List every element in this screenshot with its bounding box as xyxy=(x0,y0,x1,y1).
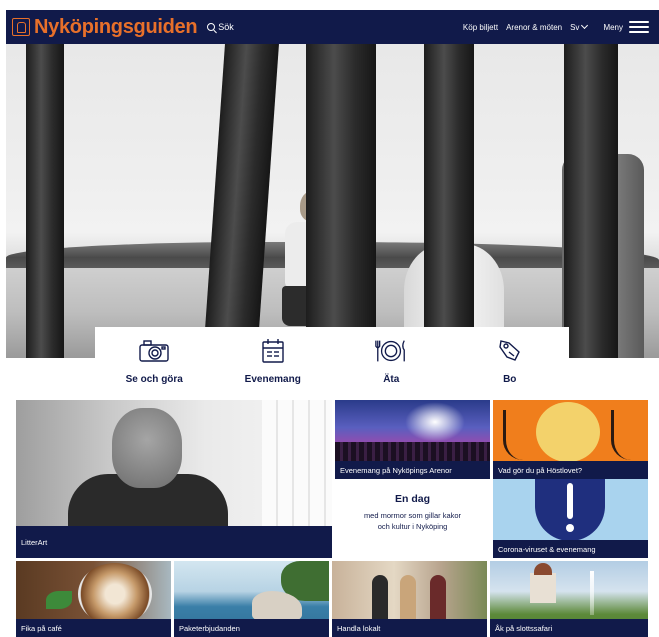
tile-image-crowd xyxy=(335,442,490,462)
tile-litterart[interactable]: LitterArt xyxy=(16,400,332,558)
tile-image-latte xyxy=(78,563,152,625)
header-nav: Köp biljett Arenor & möten Sv Meny xyxy=(455,21,659,33)
logo-text: Nyköpingsguiden xyxy=(34,15,198,38)
tile-image-window xyxy=(262,400,332,530)
tile-hostlov[interactable]: Vad gör du på Höstlovet? xyxy=(493,400,648,479)
tile-caption: Evenemang på Nyköpings Arenor xyxy=(335,461,490,479)
crest-icon xyxy=(12,18,30,36)
tile-title: En dag xyxy=(394,493,430,505)
tile-image-tree xyxy=(611,410,648,460)
exclamation-icon xyxy=(535,479,605,541)
tile-caption: Paketerbjudanden xyxy=(174,619,329,637)
key-icon xyxy=(493,337,527,365)
tile-corona[interactable]: Corona-viruset & evenemang xyxy=(493,479,648,558)
buy-ticket-link[interactable]: Köp biljett xyxy=(463,23,498,32)
tile-image-person xyxy=(372,575,388,619)
tile-handla[interactable]: Handla lokalt xyxy=(332,561,487,637)
category-bar: Se och göra Evenemang Äta Bo xyxy=(95,327,569,391)
tree-trunk xyxy=(424,44,474,358)
chevron-down-icon xyxy=(581,21,589,29)
tile-caption: LitterArt xyxy=(16,526,332,558)
category-label: Evenemang xyxy=(244,374,301,385)
tile-image-castle xyxy=(530,563,556,603)
site-logo[interactable]: Nyköpingsguiden xyxy=(12,15,198,39)
tile-text: med mormor som gillar kakor och kultur i… xyxy=(363,511,462,531)
category-se-och-gora[interactable]: Se och göra xyxy=(95,327,214,391)
calendar-icon xyxy=(256,337,290,365)
category-ata[interactable]: Äta xyxy=(332,327,451,391)
category-evenemang[interactable]: Evenemang xyxy=(214,327,333,391)
tile-image-person-head xyxy=(112,408,182,488)
tile-image-person xyxy=(430,575,446,619)
tile-caption: Corona-viruset & evenemang xyxy=(493,540,648,558)
tile-caption: Handla lokalt xyxy=(332,619,487,637)
category-label: Bo xyxy=(503,374,517,385)
search-button[interactable]: Sök xyxy=(207,22,234,32)
search-icon xyxy=(207,23,216,31)
language-label: Sv xyxy=(570,22,580,32)
page: Nyköpingsguiden Sök Köp biljett Arenor &… xyxy=(6,0,659,637)
tile-image-fountain xyxy=(590,571,594,615)
category-bo[interactable]: Bo xyxy=(451,327,570,391)
site-header: Nyköpingsguiden Sök Köp biljett Arenor &… xyxy=(6,10,659,44)
language-selector[interactable]: Sv xyxy=(570,21,589,32)
plate-cutlery-icon xyxy=(374,337,408,365)
tile-image-tree xyxy=(503,410,543,460)
tile-caption: Åk på slottssafari xyxy=(490,619,648,637)
venues-link[interactable]: Arenor & möten xyxy=(506,23,562,32)
tile-caption: Fika på café xyxy=(16,619,171,637)
tile-en-dag[interactable]: En dag med mormor som gillar kakor och k… xyxy=(335,479,490,558)
tile-image-stage-light xyxy=(405,402,465,442)
tree-trunk xyxy=(306,44,376,358)
hero-image xyxy=(6,44,659,358)
tile-image-leaf xyxy=(46,591,72,609)
hamburger-menu-icon[interactable] xyxy=(629,21,649,33)
camera-icon xyxy=(137,337,171,365)
tile-slott[interactable]: Åk på slottssafari xyxy=(490,561,648,637)
search-label: Sök xyxy=(218,22,234,32)
tree-trunk xyxy=(564,44,618,358)
category-label: Äta xyxy=(383,374,400,385)
tree-trunk xyxy=(26,44,64,358)
tile-fika[interactable]: Fika på café xyxy=(16,561,171,637)
tile-image-moon xyxy=(536,402,600,462)
tile-arenor[interactable]: Evenemang på Nyköpings Arenor xyxy=(335,400,490,479)
tile-image-person xyxy=(400,575,416,619)
category-label: Se och göra xyxy=(125,374,183,385)
tile-paket[interactable]: Paketerbjudanden xyxy=(174,561,329,637)
menu-label[interactable]: Meny xyxy=(603,23,623,32)
tile-caption: Vad gör du på Höstlovet? xyxy=(493,461,648,479)
